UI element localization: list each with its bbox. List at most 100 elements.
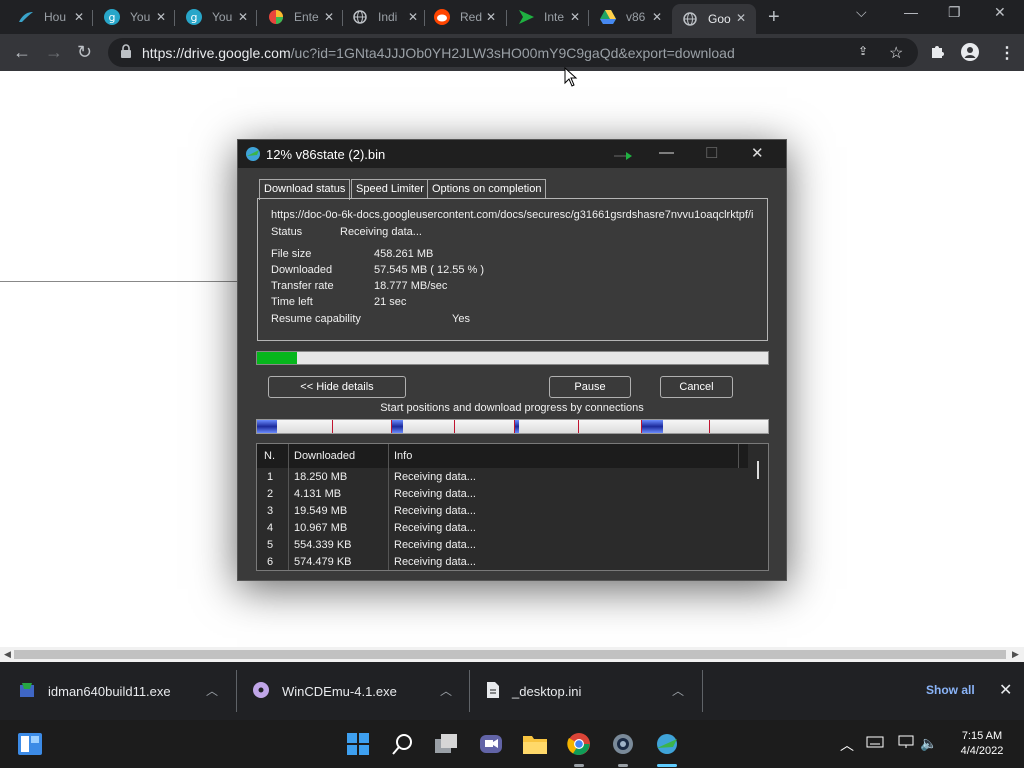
chrome-icon[interactable]	[567, 732, 591, 756]
table-row[interactable]: 4 10.967 MB Receiving data...	[257, 520, 747, 537]
table-row[interactable]: 5 554.339 KB Receiving data...	[257, 537, 747, 554]
dialog-title-bar[interactable]: 12% v86state (2).bin — ☐ ✕	[238, 140, 786, 168]
tab-title: Red	[460, 10, 483, 24]
file-explorer-icon[interactable]	[523, 732, 547, 756]
close-tab-icon[interactable]: ✕	[570, 10, 580, 24]
close-tab-icon[interactable]: ✕	[238, 10, 248, 24]
tab-4[interactable]: Ente ✕	[268, 0, 334, 34]
tab-2[interactable]: g You ✕	[104, 0, 166, 34]
connection-segment	[391, 420, 403, 433]
tab-8[interactable]: v86 ✕	[600, 0, 662, 34]
file-size-value: 458.261 MB	[374, 248, 434, 260]
volume-icon[interactable]: 🔈	[920, 735, 937, 752]
download-filename: idman640build11.exe	[48, 683, 171, 699]
connection-start-marker	[514, 420, 515, 433]
tab-6[interactable]: Red ✕	[434, 0, 496, 34]
close-tab-icon[interactable]: ✕	[486, 10, 496, 24]
chevron-up-icon[interactable]: ︿	[672, 682, 684, 699]
close-icon[interactable]: ✕	[751, 144, 764, 162]
share-icon[interactable]: ⇪	[858, 44, 868, 58]
table-row[interactable]: 2 4.131 MB Receiving data...	[257, 486, 747, 503]
close-shelf-icon[interactable]: ✕	[999, 680, 1012, 700]
column-header-downloaded[interactable]: Downloaded	[294, 450, 355, 462]
table-scrollbar[interactable]	[748, 444, 768, 570]
profile-icon[interactable]	[961, 43, 979, 66]
scroll-left-icon[interactable]: ◀	[4, 649, 11, 660]
connection-segment	[641, 420, 663, 433]
scrollbar-thumb[interactable]	[757, 461, 759, 479]
download-item[interactable]: WinCDEmu-4.1.exe ︿	[252, 662, 462, 720]
transfer-rate-label: Transfer rate	[271, 280, 334, 292]
chevron-up-icon[interactable]: ︿	[840, 735, 854, 755]
teams-chat-icon[interactable]	[479, 732, 503, 756]
table-row[interactable]: 1 18.250 MB Receiving data...	[257, 469, 747, 486]
lock-icon[interactable]	[120, 44, 132, 61]
close-tab-icon[interactable]: ✕	[74, 10, 84, 24]
column-header-info[interactable]: Info	[394, 450, 412, 462]
page-horizontal-scrollbar[interactable]: ◀ ▶	[0, 647, 1024, 662]
column-header-n[interactable]: N.	[264, 450, 275, 462]
tab-speed-limiter[interactable]: Speed Limiter	[351, 179, 429, 199]
close-tab-icon[interactable]: ✕	[408, 10, 418, 24]
reload-icon[interactable]: ↻	[77, 42, 92, 63]
scrollbar-thumb[interactable]	[14, 650, 1006, 659]
table-row[interactable]: 6 574.479 KB Receiving data...	[257, 554, 747, 570]
keyboard-icon[interactable]	[866, 735, 884, 751]
cancel-button[interactable]: Cancel	[660, 376, 733, 398]
bookmark-star-icon[interactable]: ☆	[889, 43, 903, 63]
settings-gear-icon[interactable]	[611, 732, 635, 756]
row-info: Receiving data...	[394, 522, 476, 534]
tab-title: Goo	[708, 12, 731, 26]
pause-button[interactable]: Pause	[549, 376, 631, 398]
drive-icon	[600, 9, 616, 25]
close-tab-icon[interactable]: ✕	[156, 10, 166, 24]
menu-icon[interactable]: ⋮	[999, 43, 1015, 63]
download-item[interactable]: _desktop.ini ︿	[486, 662, 696, 720]
download-item[interactable]: idman640build11.exe ︿	[18, 662, 228, 720]
table-row[interactable]: 3 19.549 MB Receiving data...	[257, 503, 747, 520]
hide-details-button[interactable]: << Hide details	[268, 376, 406, 398]
back-icon[interactable]: ←	[13, 42, 31, 63]
idm-icon[interactable]	[655, 732, 679, 756]
tab-download-status[interactable]: Download status	[259, 179, 351, 200]
connections-progress-bar	[256, 419, 769, 434]
row-info: Receiving data...	[394, 471, 476, 483]
tab-7[interactable]: Inte ✕	[518, 0, 580, 34]
extensions-icon[interactable]	[929, 43, 945, 64]
chevron-up-icon[interactable]: ︿	[206, 682, 218, 699]
start-icon[interactable]	[346, 732, 370, 756]
forward-icon[interactable]: →	[45, 42, 63, 63]
tab-options-on-completion[interactable]: Options on completion	[427, 179, 547, 199]
close-tab-icon[interactable]: ✕	[324, 10, 334, 24]
minimize-icon[interactable]: —	[904, 4, 918, 20]
system-clock[interactable]: 7:15 AM 4/4/2022	[950, 729, 1014, 759]
task-view-icon[interactable]	[435, 732, 459, 756]
tab-title: You	[130, 10, 151, 24]
close-window-icon[interactable]: ✕	[994, 4, 1006, 21]
address-bar[interactable]: https://drive.google.com/uc?id=1GNta4JJJ…	[108, 38, 918, 67]
chevron-up-icon[interactable]: ︿	[440, 682, 452, 699]
svg-text:g: g	[191, 11, 198, 24]
g-icon: g	[186, 9, 202, 25]
file-icon	[486, 681, 500, 702]
tab-9-active[interactable]: Goo ✕	[672, 4, 756, 34]
tab-search-icon[interactable]: ⌵	[856, 4, 867, 21]
close-tab-icon[interactable]: ✕	[652, 10, 662, 24]
minimize-icon[interactable]: —	[659, 144, 674, 161]
tab-5[interactable]: Indi ✕	[352, 0, 418, 34]
network-icon[interactable]	[898, 735, 914, 752]
restore-icon[interactable]: ❐	[948, 4, 961, 21]
search-icon[interactable]	[391, 732, 415, 756]
globe-icon	[352, 9, 368, 25]
tab-1[interactable]: Hou ✕	[18, 0, 84, 34]
row-info: Receiving data...	[394, 505, 476, 517]
show-all-button[interactable]: Show all	[926, 683, 975, 697]
close-tab-icon[interactable]: ✕	[736, 11, 746, 25]
widgets-icon[interactable]	[18, 732, 42, 756]
row-number: 5	[267, 539, 274, 551]
tab-3[interactable]: g You ✕	[186, 0, 248, 34]
globe-icon	[682, 11, 698, 27]
maximize-icon[interactable]: ☐	[705, 144, 718, 162]
scroll-right-icon[interactable]: ▶	[1012, 649, 1019, 660]
new-tab-icon[interactable]: +	[768, 6, 780, 29]
